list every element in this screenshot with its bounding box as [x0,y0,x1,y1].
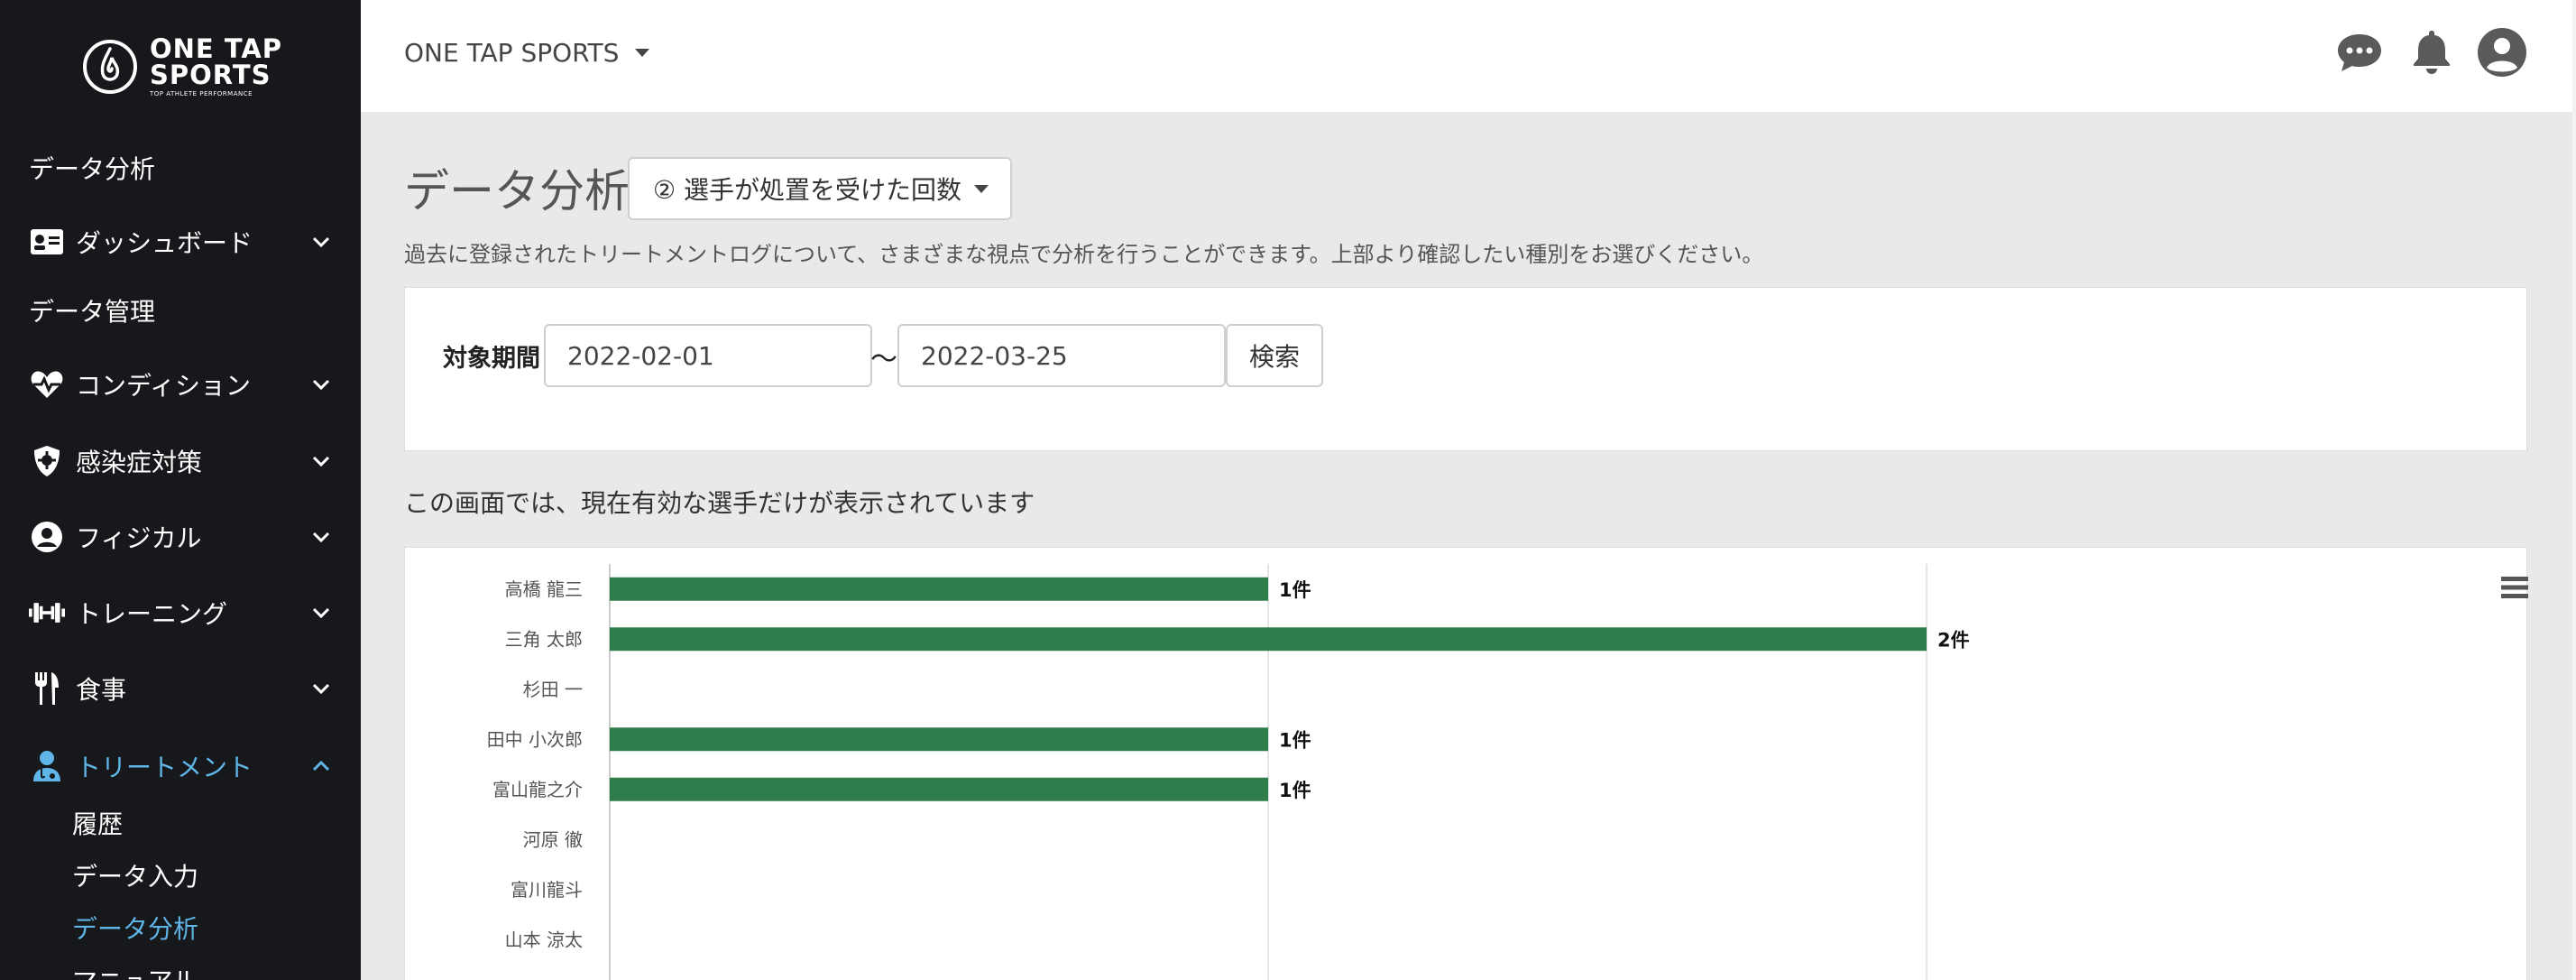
data-label: 1件 [1279,780,1311,801]
sidebar-item-label: ダッシュボード [76,228,253,258]
y-tick-label: 山本 涼太 [505,929,583,950]
bar [610,777,1268,801]
page-scrollbar[interactable] [2572,0,2576,980]
user-medic-icon [29,748,65,784]
sidebar-item-treatment[interactable]: トリートメント [0,739,361,793]
sidebar-item-label: トリートメント [76,753,253,782]
sidebar-item-infection-control[interactable]: 感染症対策 [0,434,361,488]
sidebar-item-dashboard[interactable]: ダッシュボード [0,215,361,269]
chart-panel: 高橋 龍三 1件 三角 太郎 2件 杉田 一田中 小次郎 1件 富山龍之介 1件 河原 徹富川龍… [404,547,2527,980]
sidebar-item-data-management[interactable]: データ管理 [0,283,361,337]
filter-panel: 対象期間 〜 検索 [404,287,2527,451]
y-tick-label: 富川龍斗 [511,879,583,901]
chevron-down-icon [312,236,330,248]
brand-line1: ONE TAP [150,33,283,64]
end-date-input[interactable] [897,324,1226,387]
sidebar-item-label: 感染症対策 [76,448,203,477]
chevron-up-icon [312,760,330,772]
active-players-notice: この画面では、現在有効な選手だけが表示されています [404,488,1035,518]
user-circle-icon [29,519,65,555]
sidebar-subitem-history[interactable]: 履歴 [72,805,123,841]
chevron-down-icon [312,456,330,467]
dumbbell-icon [29,595,65,631]
page-title: データ分析 [404,165,630,217]
analysis-type-value: ② 選手が処置を受けた回数 [653,175,962,205]
page-description: 過去に登録されたトリートメントログについて、さまざまな視点で分析を行うことができ… [404,242,1764,267]
bar [610,577,1268,601]
chevron-down-icon [312,379,330,391]
sidebar-item-condition[interactable]: コンディション [0,357,361,411]
y-tick-label: 富山龍之介 [492,779,583,800]
y-tick-label: 田中 小次郎 [487,728,583,750]
y-tick-label: 三角 太郎 [505,628,583,650]
y-tick-label: 高橋 龍三 [505,578,583,600]
id-card-icon [29,224,65,260]
sidebar: ONE TAP SPORTS TOP ATHLETE PERFORMANCE デ… [0,0,361,980]
start-date-input[interactable] [544,324,872,387]
chart-menu-icon[interactable] [2501,574,2528,601]
sidebar-item-label: トレーニング [76,599,228,629]
sidebar-item-label: データ分析 [29,154,156,184]
data-label: 1件 [1279,579,1311,601]
sidebar-item-label: コンディション [76,371,252,401]
date-separator: 〜 [870,344,897,375]
heartbeat-icon [29,366,65,402]
sidebar-item-data-analysis-top[interactable]: データ分析 [0,141,361,195]
bell-icon[interactable] [2406,27,2457,78]
brand-tagline: TOP ATHLETE PERFORMANCE [150,90,253,97]
analysis-type-dropdown[interactable]: ② 選手が処置を受けた回数 [628,157,1012,220]
sidebar-subitem-data-entry[interactable]: データ入力 [72,857,198,893]
logo-icon [83,40,137,94]
y-tick-label: 河原 徹 [523,828,583,850]
data-label: 2件 [1937,629,1970,651]
sidebar-item-meal[interactable]: 食事 [0,661,361,716]
bar [610,727,1268,752]
sidebar-item-label: データ管理 [29,297,156,327]
brand-line2: SPORTS [150,60,271,90]
sidebar-item-physical[interactable]: フィジカル [0,510,361,564]
caret-down-icon [974,184,989,193]
chat-icon[interactable] [2334,27,2385,78]
team-name: ONE TAP SPORTS [404,38,620,68]
utensils-icon [29,670,65,707]
sidebar-subitem-manual[interactable]: マニュアル [72,962,198,980]
chevron-down-icon [312,607,330,619]
chevron-down-icon [312,683,330,695]
search-button[interactable]: 検索 [1226,324,1323,387]
chevron-down-icon [312,532,330,543]
bar [610,627,1927,652]
sidebar-item-label: フィジカル [76,523,202,553]
period-label: 対象期間 [443,345,540,373]
user-avatar-icon[interactable] [2477,27,2527,78]
caret-down-icon [635,49,650,57]
sidebar-item-training[interactable]: トレーニング [0,586,361,640]
sidebar-subitem-data-analysis[interactable]: データ分析 [72,910,198,946]
sidebar-item-label: 食事 [76,675,127,705]
brand-logo[interactable]: ONE TAP SPORTS TOP ATHLETE PERFORMANCE [81,36,282,97]
top-header: ONE TAP SPORTS [361,0,2572,112]
team-selector[interactable]: ONE TAP SPORTS [404,38,650,68]
y-tick-label: 杉田 一 [523,679,583,700]
data-label: 1件 [1279,729,1311,751]
shield-virus-icon [29,443,65,479]
bar-chart: 高橋 龍三 1件三角 太郎 2件杉田 一田中 小次郎 1件富山龍之介 1件河原 徹富川龍… [487,564,1970,980]
